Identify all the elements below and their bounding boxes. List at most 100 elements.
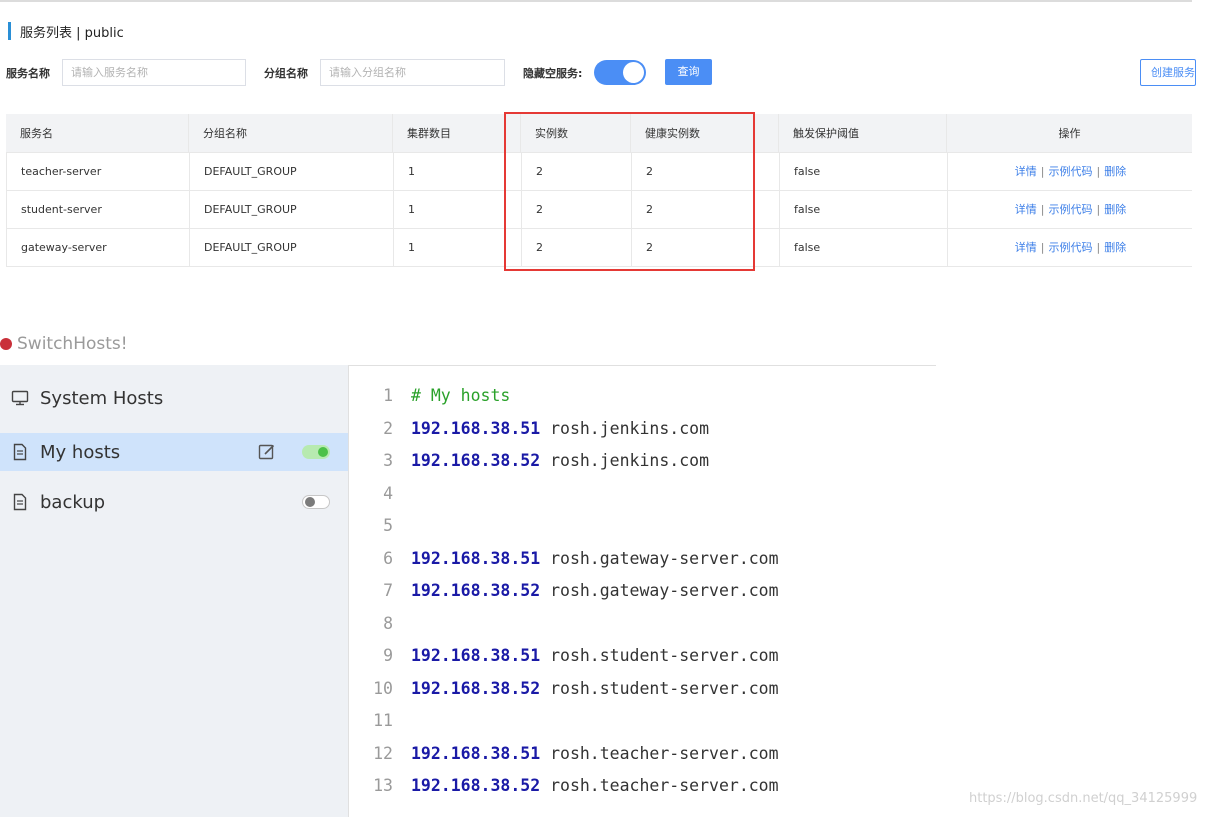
create-service-button[interactable]: 创建服务: [1140, 59, 1196, 86]
sidebar-item-label: My hosts: [40, 441, 121, 463]
sidebar-item-system-hosts[interactable]: System Hosts: [0, 379, 348, 417]
line-number: 13: [373, 776, 393, 795]
line-content: 192.168.38.51 rosh.teacher-server.com: [411, 738, 779, 770]
line-number: 12: [373, 743, 393, 763]
ip-address: 192.168.38.52: [411, 451, 541, 470]
file-icon: [13, 493, 27, 511]
line-content: # My hosts: [411, 380, 510, 412]
sample-code-link[interactable]: 示例代码: [1049, 241, 1093, 254]
hostname: rosh.student-server.com: [540, 678, 779, 698]
line-number: 4: [383, 483, 393, 503]
editor-line: 1 # My hosts: [349, 380, 937, 412]
line-number: 3: [383, 451, 393, 470]
cell-group: DEFAULT_GROUP: [190, 229, 394, 266]
service-name-input[interactable]: 请输入服务名称: [62, 59, 246, 86]
sidebar-item-label: System Hosts: [40, 387, 164, 409]
ip-address: 192.168.38.51: [411, 646, 541, 665]
hide-empty-label: 隐藏空服务:: [523, 67, 583, 80]
sample-code-link[interactable]: 示例代码: [1049, 203, 1093, 216]
header-threshold: 触发保护阈值: [779, 114, 947, 152]
sidebar-item-label: backup: [40, 491, 106, 513]
cell-clusters: 1: [394, 153, 522, 190]
delete-link[interactable]: 删除: [1104, 203, 1126, 216]
title-accent-bar: [8, 22, 11, 40]
ip-address: 192.168.38.51: [411, 548, 541, 568]
edit-icon[interactable]: [258, 443, 276, 461]
editor-line: 8: [349, 608, 937, 640]
line-number: 11: [373, 711, 393, 730]
toggle-knob: [623, 62, 644, 83]
watermark: https://blog.csdn.net/qq_34125999: [969, 791, 1198, 806]
detail-link[interactable]: 详情: [1015, 203, 1037, 216]
delete-link[interactable]: 删除: [1104, 165, 1126, 178]
cell-threshold: false: [780, 229, 948, 266]
line-number: 6: [383, 548, 393, 568]
toggle-knob: [318, 447, 328, 457]
editor-line: 5: [349, 510, 937, 542]
sidebar-item-backup[interactable]: backup: [0, 483, 348, 521]
line-content: 192.168.38.52 rosh.student-server.com: [411, 673, 779, 705]
line-number: 2: [383, 418, 393, 438]
cell-clusters: 1: [394, 229, 522, 266]
editor-line: 10 192.168.38.52 rosh.student-server.com: [349, 673, 937, 705]
page-title: 服务列表 | public: [20, 25, 124, 41]
editor-line: 6 192.168.38.51 rosh.gateway-server.com: [349, 543, 937, 575]
app-logo-icon: [0, 338, 12, 350]
sidebar-item-my-hosts[interactable]: My hosts: [0, 433, 348, 471]
query-button[interactable]: 查询: [665, 59, 712, 85]
editor-line: 4: [349, 478, 937, 510]
separator: |: [1040, 241, 1045, 254]
app-title: SwitchHosts!: [17, 334, 128, 354]
hostname: rosh.teacher-server.com: [540, 743, 779, 763]
top-divider: [0, 0, 1192, 2]
editor-line: 9 192.168.38.51 rosh.student-server.com: [349, 640, 937, 672]
cell-operations: 详情 | 示例代码 | 删除: [948, 191, 1193, 228]
cell-service-name: student-server: [7, 191, 190, 228]
delete-link[interactable]: 删除: [1104, 241, 1126, 254]
line-content: 192.168.38.51 rosh.gateway-server.com: [411, 543, 779, 575]
ip-address: 192.168.38.51: [411, 743, 541, 763]
highlight-box: [504, 112, 755, 271]
editor-line: 2 192.168.38.51 rosh.jenkins.com: [349, 413, 937, 445]
cell-operations: 详情 | 示例代码 | 删除: [948, 153, 1193, 190]
line-number: 9: [383, 646, 393, 665]
header-clusters: 集群数目: [393, 114, 521, 152]
cell-group: DEFAULT_GROUP: [190, 153, 394, 190]
switchhosts-window: SwitchHosts! System Hosts My hosts backu…: [0, 330, 936, 817]
separator: |: [1040, 165, 1045, 178]
comment-text: # My hosts: [411, 386, 511, 405]
hide-empty-toggle[interactable]: [594, 60, 646, 85]
detail-link[interactable]: 详情: [1015, 241, 1037, 254]
enable-toggle[interactable]: [302, 445, 330, 459]
editor-line: 11: [349, 705, 937, 737]
line-number: 10: [373, 678, 393, 698]
enable-toggle[interactable]: [302, 495, 330, 509]
line-content: 192.168.38.52 rosh.teacher-server.com: [411, 770, 779, 802]
hosts-editor[interactable]: 1 # My hosts 2 192.168.38.51 rosh.jenkins.c…: [348, 365, 936, 817]
hostname: rosh.gateway-server.com: [540, 581, 779, 600]
ip-address: 192.168.38.52: [411, 581, 541, 600]
detail-link[interactable]: 详情: [1015, 165, 1037, 178]
line-content: 192.168.38.51 rosh.student-server.com: [411, 640, 779, 672]
line-number: 5: [383, 516, 393, 535]
group-name-input[interactable]: 请输入分组名称: [320, 59, 505, 86]
toggle-knob: [305, 497, 315, 507]
separator: |: [1096, 241, 1101, 254]
sample-code-link[interactable]: 示例代码: [1049, 165, 1093, 178]
cell-threshold: false: [780, 153, 948, 190]
hostname: rosh.gateway-server.com: [540, 548, 779, 568]
line-content: 192.168.38.52 rosh.gateway-server.com: [411, 575, 779, 607]
hostname: rosh.jenkins.com: [540, 418, 710, 438]
cell-group: DEFAULT_GROUP: [190, 191, 394, 228]
ip-address: 192.168.38.52: [411, 776, 541, 795]
line-number: 1: [383, 386, 393, 405]
line-number: 7: [383, 581, 393, 600]
line-content: 192.168.38.52 rosh.jenkins.com: [411, 445, 709, 477]
header-service-name: 服务名: [6, 114, 189, 152]
separator: |: [1040, 203, 1045, 216]
line-number: 8: [383, 613, 393, 633]
cell-threshold: false: [780, 191, 948, 228]
editor-line: 13 192.168.38.52 rosh.teacher-server.com: [349, 770, 937, 802]
ip-address: 192.168.38.52: [411, 678, 541, 698]
cell-service-name: gateway-server: [7, 229, 190, 266]
